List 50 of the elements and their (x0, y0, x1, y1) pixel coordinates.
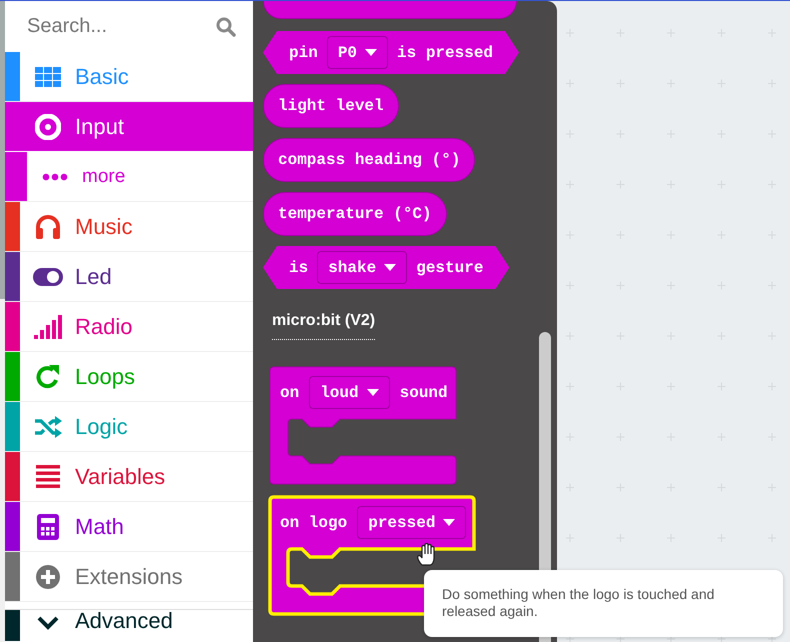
toggle-icon (32, 268, 62, 286)
caret-icon (443, 519, 456, 526)
dropdown[interactable]: shake (317, 251, 408, 284)
block-label: on logo (280, 514, 348, 532)
category-item[interactable]: Math (5, 502, 253, 552)
search-field[interactable]: Search... (25, 14, 216, 39)
headphones-icon (34, 214, 60, 238)
block-label: on (280, 384, 300, 402)
category-item[interactable]: Logic (5, 402, 253, 452)
boolean-block[interactable]: pin P0 is pressed (263, 31, 520, 74)
more-icon (42, 172, 68, 180)
block-label: pin (289, 44, 318, 62)
signal-bars-icon (34, 314, 62, 338)
refresh-icon (34, 364, 60, 390)
block-label: compass heading (°) (278, 151, 460, 169)
dropdown[interactable]: pressed (357, 506, 466, 539)
shuffle-icon (34, 416, 62, 438)
section-heading: micro:bit (V2) (272, 312, 376, 340)
category-item[interactable]: Radio (5, 302, 253, 352)
block-label: gesture (416, 258, 484, 276)
grid-icon (34, 66, 60, 86)
reporter-block[interactable]: compass heading (°) (263, 138, 476, 182)
block-label: is pressed (397, 44, 494, 62)
caret-icon (365, 49, 378, 56)
tooltip: Do something when the logo is touched and released again. (424, 570, 783, 637)
search-icon (216, 16, 236, 36)
category-item[interactable]: Variables (5, 452, 253, 502)
category-item[interactable]: Input (5, 102, 253, 152)
category-item[interactable]: Led (5, 252, 253, 302)
dropdown[interactable]: loud (309, 376, 390, 409)
boolean-block[interactable]: is shake gesture (263, 246, 510, 289)
calculator-icon (36, 514, 60, 540)
category-item[interactable]: Loops (5, 352, 253, 402)
lines-icon (36, 464, 60, 488)
event-block[interactable] (267, 364, 459, 487)
category-item[interactable]: Music (5, 202, 253, 252)
reporter-block[interactable]: temperature (°C) (263, 192, 447, 236)
category-item[interactable]: Advanced (5, 609, 253, 641)
block-label: light level (278, 97, 384, 115)
caret-icon (384, 264, 396, 271)
dropdown[interactable]: P0 (326, 36, 388, 69)
category-item[interactable]: Extensions (5, 552, 253, 602)
caret-icon (366, 389, 379, 396)
reporter-block[interactable]: light level (263, 84, 399, 128)
block-label: temperature (°C) (278, 205, 432, 223)
subcategory-item[interactable]: more (5, 152, 253, 202)
plus-circle-icon (34, 564, 60, 590)
block-label: sound (400, 384, 448, 402)
chevron-icon (36, 615, 60, 631)
block-label: is (289, 258, 308, 276)
